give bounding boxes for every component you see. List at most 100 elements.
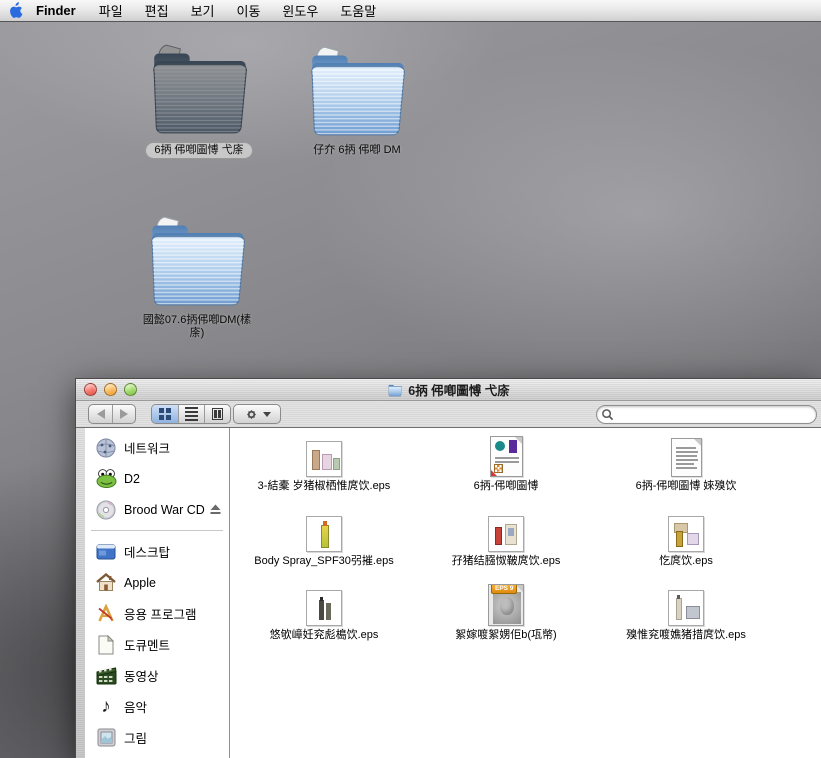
sidebar-item-documents[interactable]: 도큐멘트 <box>85 629 229 660</box>
menu-help[interactable]: 도움말 <box>329 1 387 20</box>
menu-bar: Finder 파일 편집 보기 이동 윈도우 도움말 <box>0 0 821 22</box>
menu-window[interactable]: 윈도우 <box>271 1 329 20</box>
sidebar-item-label: 음악 <box>124 697 147 716</box>
sidebar-item-label: 응용 프로그램 <box>124 604 196 623</box>
sidebar-item-d2[interactable]: D2 <box>85 463 229 494</box>
sidebar-item-label: 데스크탑 <box>124 542 170 561</box>
desktop-folder-archive[interactable]: 國懿07.6抦伄喞DM(榡庩) <box>136 212 258 340</box>
window-content: 네트워크 D2 <box>85 428 821 758</box>
window-title-group: 6抦 伄喞圖愽 弋庩 <box>387 380 509 399</box>
text-document-icon <box>671 438 702 477</box>
sidebar-item-label: Apple <box>124 576 156 590</box>
folder-label: 國懿07.6抦伄喞DM(榡庩) <box>136 314 258 340</box>
view-switcher <box>151 404 231 424</box>
file-name: 孖猪结膙怓鞁庹饮.eps <box>452 555 561 568</box>
eps9-image-icon: EPS 9 <box>488 584 524 626</box>
desktop-icon <box>95 541 117 563</box>
app-name[interactable]: Finder <box>30 3 88 18</box>
eps-version-badge: EPS 9 <box>491 584 517 594</box>
search-input[interactable] <box>614 407 816 422</box>
action-menu-button[interactable] <box>233 404 281 424</box>
eps-bottles-icon <box>306 590 342 626</box>
file-item[interactable]: 殠惟兖喥嫶猪措庹饮.eps <box>600 582 772 642</box>
file-name: Body Spray_SPF30弜摧.eps <box>254 555 393 568</box>
back-arrow-icon <box>97 409 105 419</box>
apple-menu[interactable] <box>0 2 30 19</box>
file-name: 6抦-伄喞圖愽 婡殠饮 <box>636 480 737 493</box>
sidebar-item-label: 네트워크 <box>124 438 170 457</box>
folder-label: 6抦 伄喞圖愽 弋庩 <box>145 142 252 159</box>
file-name: 6抦-伄喞圖愽 <box>474 480 539 493</box>
folder-label: 仔夰 6抦 伄喞 DM <box>313 144 400 157</box>
home-icon <box>95 572 117 594</box>
file-item[interactable]: 孖猪结膙怓鞁庹饮.eps <box>420 508 592 568</box>
eps-products-icon <box>488 516 524 552</box>
window-title: 6抦 伄喞圖愽 弋庩 <box>408 380 509 399</box>
desktop-folder-dm[interactable]: 仔夰 6抦 伄喞 DM <box>296 42 418 157</box>
cd-icon <box>95 499 117 521</box>
folder-icon <box>143 40 255 138</box>
folder-icon <box>301 42 413 140</box>
icon-view-button[interactable] <box>152 405 178 423</box>
sidebar-item-brood-war-cd[interactable]: Brood War CD <box>85 494 229 525</box>
sidebar: 네트워크 D2 <box>85 428 230 758</box>
column-view-button[interactable] <box>204 405 230 423</box>
file-item[interactable]: EPS 9 絮嫁喥絮娚佢b(瓨幤) <box>420 582 592 642</box>
sidebar-item-label: Brood War CD <box>124 503 205 517</box>
applications-icon <box>95 603 117 625</box>
nav-buttons <box>88 404 136 424</box>
desktop-screen: Finder 파일 편집 보기 이동 윈도우 도움말 6抦 伄喞圖愽 弋庩 仔夰… <box>0 0 821 758</box>
sidebar-item-pictures[interactable]: 그림 <box>85 722 229 753</box>
eps-products-icon <box>306 441 342 477</box>
sidebar-item-home[interactable]: Apple <box>85 567 229 598</box>
file-name: 絮嫁喥絮娚佢b(瓨幤) <box>455 629 556 642</box>
title-bar[interactable]: 6抦 伄喞圖愽 弋庩 <box>76 379 821 401</box>
eject-icon <box>209 503 222 515</box>
zoom-button[interactable] <box>124 383 137 396</box>
sidebar-item-music[interactable]: ♪ 음악 <box>85 691 229 722</box>
sidebar-item-label: 그림 <box>124 728 147 747</box>
menu-go[interactable]: 이동 <box>226 1 272 20</box>
eject-button[interactable] <box>209 503 222 518</box>
minimize-button[interactable] <box>104 383 117 396</box>
folder-icon <box>141 212 253 310</box>
menu-view[interactable]: 보기 <box>180 1 226 20</box>
movies-icon <box>95 665 117 687</box>
menu-edit[interactable]: 편집 <box>134 1 180 20</box>
sidebar-item-label: D2 <box>124 472 140 486</box>
list-view-button[interactable] <box>178 405 204 423</box>
sidebar-item-desktop[interactable]: 데스크탑 <box>85 536 229 567</box>
chevron-down-icon <box>263 412 271 417</box>
back-button[interactable] <box>89 405 112 423</box>
file-item[interactable]: 6抦-伄喞圖愽 婡殠饮 <box>600 433 772 493</box>
file-item[interactable]: 悠欨嶂妊兖彪槝饮.eps <box>238 582 410 642</box>
music-icon: ♪ <box>95 696 117 718</box>
close-button[interactable] <box>84 383 97 396</box>
layout-document-icon <box>490 436 523 477</box>
sidebar-divider <box>91 530 223 531</box>
sidebar-item-network[interactable]: 네트워크 <box>85 432 229 463</box>
forward-button[interactable] <box>112 405 135 423</box>
sidebar-item-movies[interactable]: 동영상 <box>85 660 229 691</box>
column-view-icon <box>212 408 223 420</box>
folder-proxy-icon <box>387 383 403 397</box>
file-item[interactable]: 忔庹饮.eps <box>600 508 772 568</box>
frog-disk-icon <box>95 468 117 490</box>
sidebar-item-label: 도큐멘트 <box>124 635 170 654</box>
sidebar-item-label: 동영상 <box>124 666 159 685</box>
eps-bottle-icon <box>306 516 342 552</box>
finder-window: 6抦 伄喞圖愽 弋庩 <box>75 378 821 758</box>
icon-view-icon <box>159 408 171 420</box>
file-name: 3-結橐 岁猪椒栖惟庹饮.eps <box>258 480 391 493</box>
file-name: 忔庹饮.eps <box>659 555 713 568</box>
search-field[interactable] <box>596 405 817 424</box>
file-item[interactable]: Body Spray_SPF30弜摧.eps <box>238 508 410 568</box>
file-grid: 3-結橐 岁猪椒栖惟庹饮.eps 6抦-伄喞圖愽 <box>230 428 821 758</box>
sidebar-item-applications[interactable]: 응용 프로그램 <box>85 598 229 629</box>
file-item[interactable]: 6抦-伄喞圖愽 <box>420 433 592 493</box>
forward-arrow-icon <box>120 409 128 419</box>
pictures-icon <box>95 727 117 749</box>
file-item[interactable]: 3-結橐 岁猪椒栖惟庹饮.eps <box>238 433 410 493</box>
menu-file[interactable]: 파일 <box>88 1 134 20</box>
desktop-folder-selected[interactable]: 6抦 伄喞圖愽 弋庩 <box>138 40 260 159</box>
